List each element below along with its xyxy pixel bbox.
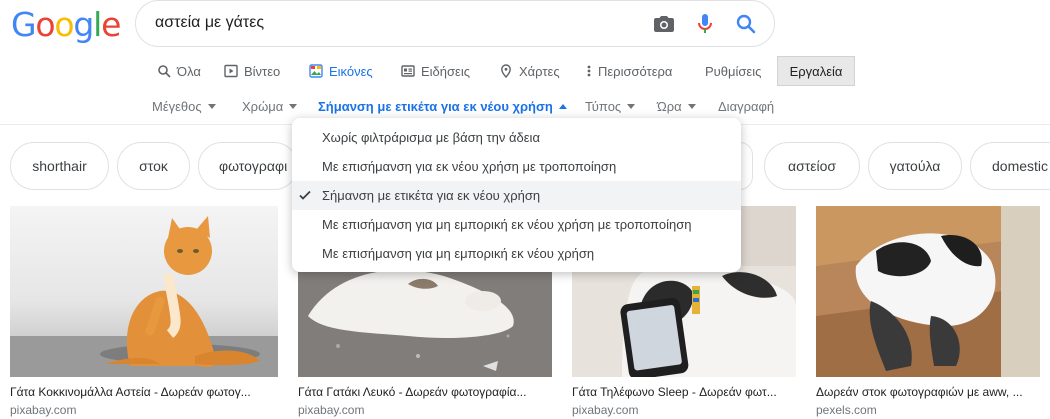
result-caption[interactable]: Γάτα Τηλέφωνο Sleep - Δωρεάν φωτ... xyxy=(572,385,796,399)
tab-label: Ειδήσεις xyxy=(421,63,470,79)
menu-item-label: Χωρίς φιλτράρισμα με βάση την άδεια xyxy=(322,130,540,145)
microphone-icon[interactable] xyxy=(693,12,717,36)
result-source: pixabay.com xyxy=(572,403,639,417)
news-icon xyxy=(401,65,415,77)
related-chip[interactable]: domestic xyxy=(970,142,1050,190)
filter-type[interactable]: Τύπος xyxy=(585,99,636,114)
caret-down-icon xyxy=(627,104,636,109)
caret-down-icon xyxy=(687,104,696,109)
search-box[interactable]: αστεία με γάτες xyxy=(135,0,775,47)
tab-all[interactable]: Όλα xyxy=(157,61,201,81)
filter-label: Χρώμα xyxy=(242,99,284,114)
tab-label: Εικόνες xyxy=(329,63,373,79)
result-source: pexels.com xyxy=(816,403,877,417)
related-chip[interactable]: αστείοσ xyxy=(764,142,860,190)
search-tabs: Όλα Βίντεο Εικόνες Ειδήσεις Χάρτες Περισ… xyxy=(0,61,1050,83)
result-thumbnail[interactable] xyxy=(816,206,1040,377)
filter-size[interactable]: Μέγεθος xyxy=(152,99,216,114)
image-result[interactable]: Γάτα Κοκκινομάλλα Αστεία - Δωρεάν φωτογ.… xyxy=(10,206,278,417)
result-source: pixabay.com xyxy=(10,403,77,417)
caret-up-icon xyxy=(558,104,567,109)
tab-label: Χάρτες xyxy=(519,63,560,79)
settings-link[interactable]: Ρυθμίσεις xyxy=(705,61,761,81)
menu-item-reuse-modification[interactable]: Με επισήμανση για εκ νέου χρήση με τροπο… xyxy=(292,152,741,181)
result-caption[interactable]: Γάτα Γατάκι Λευκό - Δωρεάν φωτογραφία... xyxy=(298,385,552,399)
filter-label: Ώρα xyxy=(657,99,682,114)
search-icon[interactable] xyxy=(734,12,758,36)
result-caption[interactable]: Γάτα Κοκκινομάλλα Αστεία - Δωρεάν φωτογ.… xyxy=(10,385,278,399)
logo-letter: o xyxy=(35,5,55,44)
related-chip[interactable]: στοκ xyxy=(117,142,190,190)
tab-more[interactable]: Περισσότερα xyxy=(586,61,672,81)
result-thumbnail[interactable] xyxy=(10,206,278,377)
menu-item-no-filter[interactable]: Χωρίς φιλτράρισμα με βάση την άδεια xyxy=(292,123,741,152)
logo-letter: o xyxy=(54,5,74,44)
camera-icon[interactable] xyxy=(652,12,676,36)
tab-maps[interactable]: Χάρτες xyxy=(499,61,560,81)
usage-rights-menu: Χωρίς φιλτράρισμα με βάση την άδεια Με ε… xyxy=(292,118,741,272)
caret-down-icon xyxy=(207,104,216,109)
menu-item-noncommercial[interactable]: Με επισήμανση για μη εμπορική εκ νέου χρ… xyxy=(292,239,741,268)
related-chip[interactable]: φωτογραφι xyxy=(198,142,298,190)
tab-news[interactable]: Ειδήσεις xyxy=(401,61,470,81)
video-icon xyxy=(224,64,238,78)
menu-item-label: Με επισήμανση για εκ νέου χρήση με τροπο… xyxy=(322,159,617,174)
google-logo[interactable]: Google xyxy=(11,5,121,44)
logo-letter: g xyxy=(73,5,94,44)
menu-item-label: Με επισήμανση για μη εμπορική εκ νέου χρ… xyxy=(322,217,692,232)
menu-item-noncommercial-modification[interactable]: Με επισήμανση για μη εμπορική εκ νέου χρ… xyxy=(292,210,741,239)
tab-images[interactable]: Εικόνες xyxy=(309,61,373,81)
tab-label: Περισσότερα xyxy=(598,63,673,79)
result-source: pixabay.com xyxy=(298,403,365,417)
filter-clear[interactable]: Διαγραφή xyxy=(718,99,774,114)
logo-letter: e xyxy=(101,5,121,44)
filter-label: Διαγραφή xyxy=(718,99,775,114)
tab-videos[interactable]: Βίντεο xyxy=(224,61,280,81)
map-pin-icon xyxy=(501,64,511,78)
related-chip-partial[interactable] xyxy=(740,142,753,190)
menu-item-label: Σήμανση με ετικέτα για εκ νέου χρήση xyxy=(322,188,541,203)
logo-letter: G xyxy=(11,5,37,44)
checkmark-icon xyxy=(299,190,311,200)
logo-letter: l xyxy=(93,5,102,44)
more-vert-icon xyxy=(587,65,591,77)
tab-label: Ρυθμίσεις xyxy=(705,63,762,79)
menu-item-reuse[interactable]: Σήμανση με ετικέτα για εκ νέου χρήση xyxy=(292,181,741,210)
tools-button[interactable]: Εργαλεία xyxy=(777,56,855,86)
result-caption[interactable]: Δωρεάν στοκ φωτογραφιών με aww, ... xyxy=(816,385,1040,399)
tab-label: Όλα xyxy=(177,63,201,79)
filter-label: Τύπος xyxy=(585,99,622,114)
search-icon xyxy=(158,65,171,78)
tab-label: Βίντεο xyxy=(244,63,281,79)
filter-label: Μέγεθος xyxy=(152,99,202,114)
image-result[interactable]: Δωρεάν στοκ φωτογραφιών με aww, ... pexe… xyxy=(816,206,1040,417)
menu-item-label: Με επισήμανση για μη εμπορική εκ νέου χρ… xyxy=(322,246,595,261)
filter-usage-rights[interactable]: Σήμανση με ετικέτα για εκ νέου χρήση xyxy=(318,99,567,114)
filter-time[interactable]: Ώρα xyxy=(657,99,696,114)
search-input[interactable]: αστεία με γάτες xyxy=(155,14,264,32)
filter-color[interactable]: Χρώμα xyxy=(242,99,298,114)
related-chip[interactable]: γατούλα xyxy=(868,142,962,190)
image-icon xyxy=(309,64,323,78)
caret-down-icon xyxy=(289,104,298,109)
related-chip[interactable]: shorthair xyxy=(10,142,109,190)
filter-label: Σήμανση με ετικέτα για εκ νέου χρήση xyxy=(318,99,553,114)
tools-filter-bar: Μέγεθος Χρώμα Σήμανση με ετικέτα για εκ … xyxy=(0,99,1050,117)
